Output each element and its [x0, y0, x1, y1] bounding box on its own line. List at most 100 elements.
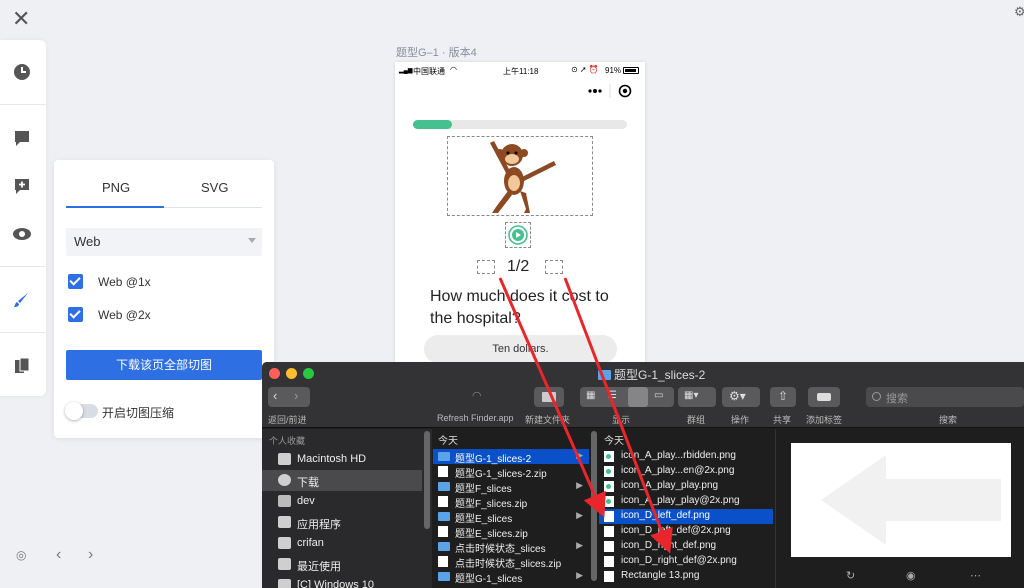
miniprogram-capsule[interactable] — [575, 80, 637, 102]
prev-page-icon[interactable]: ‹ — [56, 546, 61, 564]
search-input[interactable]: 搜索 — [866, 387, 1024, 407]
sidebar-item-crifan[interactable]: crifan — [262, 533, 422, 554]
column-scrollbar[interactable] — [591, 431, 597, 581]
sidebar-item-windows[interactable]: [C] Windows 10 — [262, 575, 422, 588]
search-placeholder: 搜索 — [886, 393, 908, 405]
back-forward-control[interactable]: ‹ › — [268, 387, 310, 407]
sidebar-item-label: Macintosh HD — [297, 453, 367, 465]
brush-icon[interactable] — [12, 290, 32, 310]
status-bar: ▂▄▆ 中国联通 ◠ 上午11:18 ⊙ ➚ ⏰ 91% — [395, 62, 645, 80]
list-item[interactable]: 题型F_slices.zip — [433, 494, 589, 510]
list-item[interactable]: icon_D_right_def@2x.png — [599, 554, 773, 569]
comment-icon[interactable] — [12, 128, 32, 148]
list-item[interactable]: icon_D_left_def@2x.png — [599, 524, 773, 539]
phone-artboard[interactable]: ▂▄▆ 中国联通 ◠ 上午11:18 ⊙ ➚ ⏰ 91% 1/2 How muc… — [395, 62, 645, 362]
action-label: 操作 — [731, 415, 750, 425]
list-item[interactable]: 点击时候状态_slices ▶ — [433, 539, 589, 555]
list-item[interactable]: 题型E_slices.zip — [433, 524, 589, 540]
column-view-icon[interactable] — [628, 387, 648, 407]
list-item[interactable]: 题型E_slices ▶ — [433, 509, 589, 525]
web-1x-checkbox[interactable] — [68, 274, 83, 289]
list-item[interactable]: icon_D_left_def.png — [599, 509, 773, 524]
chevron-right-icon: ▶ — [576, 480, 583, 490]
list-item[interactable]: icon_A_play...en@2x.png — [599, 464, 773, 479]
settings-icon[interactable]: ⚙ — [1014, 4, 1024, 20]
add-tag-button[interactable] — [808, 387, 840, 407]
web-2x-checkbox[interactable] — [68, 307, 83, 322]
progress-bar — [413, 120, 627, 129]
icon-view-icon[interactable]: ▦ — [586, 390, 595, 401]
download-all-slices-button[interactable]: 下载该页全部切图 — [66, 350, 262, 380]
tag-icon — [817, 393, 831, 401]
list-view-icon[interactable]: ☰ — [608, 390, 617, 401]
list-item[interactable]: icon_D_right_def.png — [599, 539, 773, 554]
list-item[interactable]: icon_A_play_play.png — [599, 479, 773, 494]
list-item[interactable]: 点击时候状态_slices.zip — [433, 554, 589, 570]
markup-icon[interactable]: ◉ — [906, 569, 916, 582]
list-item[interactable]: 题型F_slices ▶ — [433, 479, 589, 495]
sidebar-item-downloads[interactable]: 下载 — [262, 470, 422, 491]
file-name: icon_A_play_play.png — [621, 480, 719, 491]
list-item[interactable]: 题型G-1_slices-2 ▶ — [433, 449, 589, 465]
sidebar-item-dev[interactable]: dev — [262, 491, 422, 512]
slices-icon[interactable] — [12, 356, 32, 376]
folder-icon — [438, 542, 450, 551]
next-page-icon[interactable]: › — [88, 546, 93, 564]
downloads-icon — [278, 474, 291, 486]
new-folder-button[interactable] — [534, 387, 564, 407]
play-icon — [604, 466, 614, 477]
chevron-right-icon: ▶ — [576, 570, 583, 580]
refresh-icon[interactable]: ◠ — [472, 389, 482, 402]
clock-icon[interactable] — [12, 62, 32, 82]
sidebar-item-label: 最近使用 — [297, 561, 341, 573]
action-button[interactable]: ⚙▾ — [722, 387, 760, 407]
list-item[interactable]: icon_A_play_play@2x.png — [599, 494, 773, 509]
tab-png[interactable]: PNG — [102, 180, 130, 195]
image-file-icon — [604, 526, 614, 537]
next-arrow-slice[interactable] — [545, 260, 563, 274]
notification-icon[interactable]: ◎ — [16, 548, 26, 562]
list-item[interactable]: Rectangle 13.png — [599, 569, 773, 584]
back-icon[interactable]: ‹ — [273, 388, 277, 403]
platform-select[interactable]: Web — [66, 228, 262, 256]
forward-icon[interactable]: › — [294, 388, 298, 403]
prev-arrow-slice[interactable] — [477, 260, 495, 274]
sidebar-item-label: 应用程序 — [297, 519, 341, 531]
sidebar-scrollbar[interactable] — [424, 431, 430, 529]
minimize-window-button[interactable] — [286, 368, 297, 379]
rotate-icon[interactable]: ↻ — [846, 569, 855, 582]
list-item[interactable]: icon_A_play...rbidden.png — [599, 449, 773, 464]
folder-icon — [438, 482, 450, 491]
group-button[interactable]: ▦▾ — [678, 387, 716, 407]
sidebar-item-applications[interactable]: 应用程序 — [262, 512, 422, 533]
list-item[interactable]: 题型G-1_slices ▶ — [433, 569, 589, 585]
close-icon[interactable]: ✕ — [12, 6, 30, 32]
gear-icon: ⚙▾ — [729, 389, 746, 403]
view-mode-control[interactable]: ▦ ☰ ▭ — [580, 387, 674, 407]
play-button-slice[interactable] — [505, 222, 531, 248]
zip-file-icon — [438, 496, 448, 507]
web-2x-label: Web @2x — [98, 308, 151, 322]
finder-column-2: 今天 icon_A_play...rbidden.png icon_A_play… — [599, 429, 773, 588]
list-item[interactable]: 题型G-1_slices-2.zip — [433, 464, 589, 480]
hard-drive-icon — [278, 453, 291, 465]
sidebar-item-label: 下载 — [297, 477, 319, 489]
zoom-window-button[interactable] — [303, 368, 314, 379]
monkey-image-slice[interactable] — [447, 136, 593, 216]
sidebar-item-macintosh-hd[interactable]: Macintosh HD — [262, 449, 422, 470]
group-label: 群组 — [687, 415, 706, 425]
carrier-label: 中国联通 — [413, 67, 445, 76]
compress-toggle[interactable] — [65, 402, 98, 420]
share-icon: ⇧ — [778, 389, 789, 403]
eye-icon[interactable] — [12, 224, 32, 244]
add-comment-icon[interactable] — [12, 176, 32, 196]
tab-svg[interactable]: SVG — [201, 180, 228, 195]
gallery-view-icon[interactable]: ▭ — [654, 390, 663, 401]
answer-option-button[interactable]: Ten dollars. — [424, 335, 617, 362]
file-name: icon_D_left_def@2x.png — [621, 525, 731, 536]
close-window-button[interactable] — [269, 368, 280, 379]
sidebar-item-recents[interactable]: 最近使用 — [262, 554, 422, 575]
more-icon[interactable]: ⋯ — [970, 569, 981, 582]
finder-column-1: 今天 题型G-1_slices-2 ▶ 题型G-1_slices-2.zip 题型… — [433, 429, 597, 588]
share-button[interactable]: ⇧ — [770, 387, 796, 407]
